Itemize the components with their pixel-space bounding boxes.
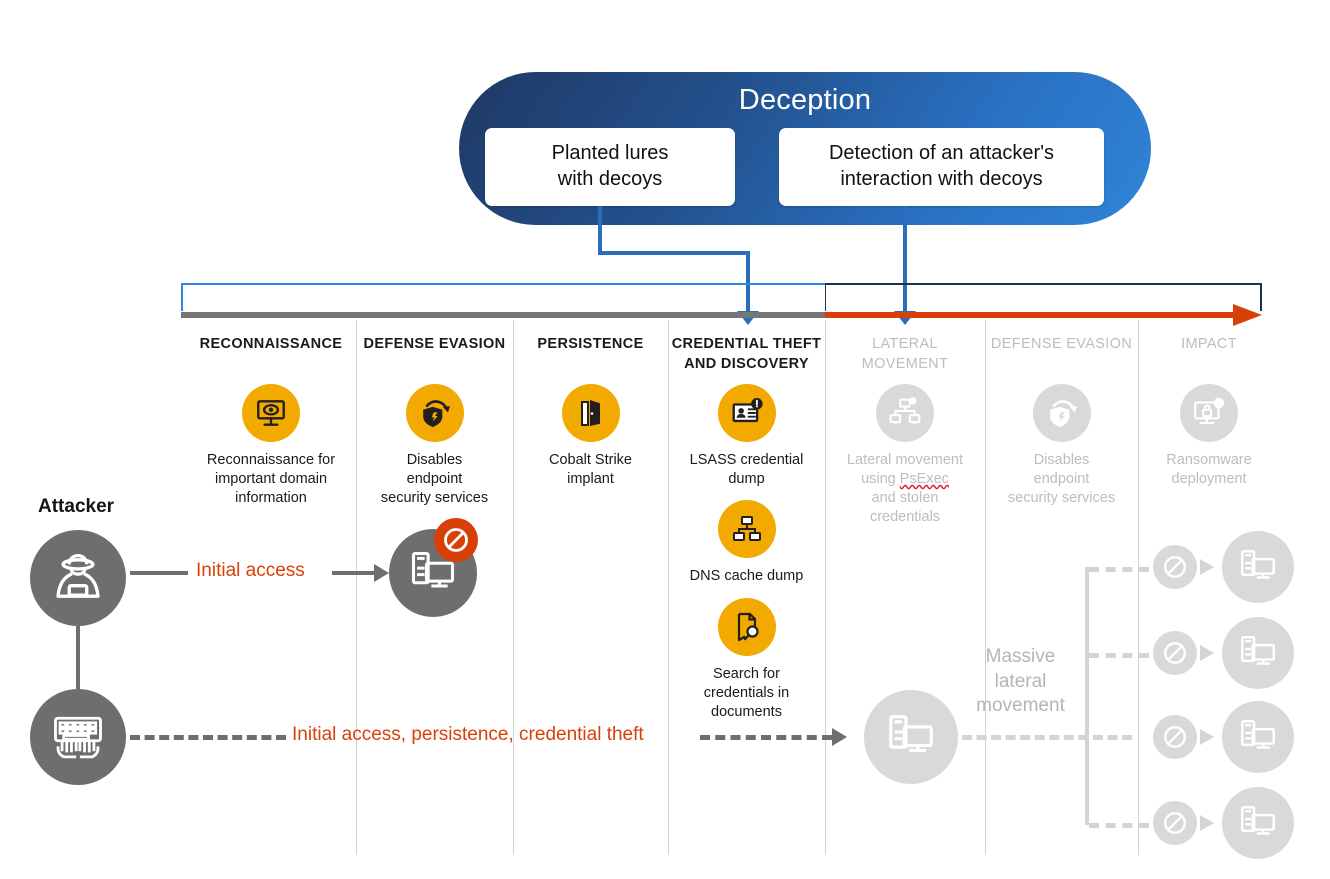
lateral-branch-dashline xyxy=(1089,823,1149,828)
column-header-defense-evasion-2: DEFENSE EVASION xyxy=(990,336,1133,352)
column-header-persistence: PERSISTENCE xyxy=(537,336,644,352)
branch-device-icon xyxy=(1222,617,1294,689)
branch-arrowhead xyxy=(1200,729,1214,745)
shield-bolt-rotate-icon xyxy=(1032,384,1091,442)
document-search-icon xyxy=(717,598,776,656)
lateral-bracket xyxy=(1085,567,1089,825)
stage-defense-evasion-1[interactable]: Disables endpoint security services xyxy=(357,384,512,508)
deception-connector-left-horizontal xyxy=(598,251,750,255)
monitor-lock-alert-icon xyxy=(1180,384,1238,442)
monitor-eye-icon xyxy=(242,384,300,442)
hooded-attacker-icon[interactable] xyxy=(30,530,126,626)
timeline-rail-gray xyxy=(181,312,825,318)
stage-defense-evasion-2[interactable]: Disables endpoint security services xyxy=(986,384,1137,508)
bottom-flow-dashline-left xyxy=(130,735,286,740)
timeline-rail-active-box xyxy=(181,283,828,311)
stage-lateral-movement[interactable]: Lateral movement using PsExec and stolen cr… xyxy=(826,384,984,528)
branch-arrowhead xyxy=(1200,645,1214,661)
stage-dns-cache-dump[interactable]: DNS cache dump xyxy=(669,500,824,586)
deception-connector-left-vertical-a xyxy=(598,206,602,255)
bottom-flow-dashline-right xyxy=(700,735,832,740)
branch-blocked-icon xyxy=(1153,631,1197,675)
branch-device-icon xyxy=(1222,701,1294,773)
column-header-impact: IMPACT xyxy=(1181,336,1237,352)
deception-card-detection[interactable]: Detection of an attacker's interaction wi… xyxy=(779,128,1104,206)
branch-blocked-icon xyxy=(1153,715,1197,759)
branch-device-icon xyxy=(1222,787,1294,859)
column-header-lateral-movement: LATERAL MOVEMENT xyxy=(861,336,949,372)
timeline-rail-arrowhead xyxy=(1233,304,1262,326)
branch-blocked-icon xyxy=(1153,545,1197,589)
stage-impact-caption: Ransomware deployment xyxy=(1166,452,1252,488)
deception-card-detection-label: Detection of an attacker's interaction wi… xyxy=(828,142,1055,190)
shield-bolt-rotate-icon xyxy=(405,384,464,442)
network-devices-alert-icon xyxy=(876,384,934,442)
deception-card-planted-lures-label: Planted lures with decoys xyxy=(551,142,669,190)
stage-defense-evasion-1-caption: Disables endpoint security services xyxy=(380,452,489,507)
bottom-flow-label: Initial access, persistence, credential … xyxy=(292,724,644,745)
stage-lateral-caption: Lateral movement using PsExec and stolen cr… xyxy=(846,452,964,526)
stage-persistence[interactable]: Cobalt Strike implant xyxy=(514,384,667,489)
timeline-rail-orange xyxy=(825,312,1237,318)
bottom-flow-arrowhead xyxy=(832,728,847,746)
initial-access-label: Initial access xyxy=(196,560,305,581)
network-nodes-icon xyxy=(717,500,776,558)
stage-dns-caption: DNS cache dump xyxy=(689,568,804,584)
branch-arrowhead xyxy=(1200,559,1214,575)
stage-reconnaissance[interactable]: Reconnaissance for important domain inform… xyxy=(191,384,351,508)
lateral-trunk-dashline xyxy=(962,735,1132,740)
initial-access-line-left xyxy=(130,571,188,575)
lateral-branch-dashline xyxy=(1089,653,1149,658)
stage-impact[interactable]: Ransomware deployment xyxy=(1139,384,1279,489)
initial-access-line-right xyxy=(332,571,376,575)
open-door-icon xyxy=(561,384,620,442)
timeline-rail-dark-box xyxy=(825,283,1262,311)
id-badge-alert-icon xyxy=(717,384,776,442)
stage-defense-evasion-2-caption: Disables endpoint security services xyxy=(1007,452,1116,507)
lateral-central-device-icon[interactable] xyxy=(864,690,958,784)
attacker-label: Attacker xyxy=(38,496,115,517)
deception-card-planted-lures[interactable]: Planted lures with decoys xyxy=(485,128,735,206)
branch-device-icon xyxy=(1222,531,1294,603)
deception-title: Deception xyxy=(738,84,872,116)
stage-docsearch-caption: Search for credentials in documents xyxy=(703,666,790,721)
hands-on-keyboard-icon[interactable] xyxy=(30,689,126,785)
column-header-defense-evasion-1: DEFENSE EVASION xyxy=(363,336,506,352)
blocked-icon xyxy=(434,518,478,562)
branch-blocked-icon xyxy=(1153,801,1197,845)
stage-lsass-credential-dump[interactable]: LSASS credential dump xyxy=(669,384,824,489)
column-header-reconnaissance: RECONNAISSANCE xyxy=(199,336,343,352)
initial-access-arrowhead xyxy=(374,564,389,582)
stage-reconnaissance-caption: Reconnaissance for important domain inform… xyxy=(206,452,336,507)
stage-search-credentials-documents[interactable]: Search for credentials in documents xyxy=(669,598,824,722)
stage-persistence-caption: Cobalt Strike implant xyxy=(548,452,632,488)
lateral-branch-dashline xyxy=(1089,567,1149,572)
massive-lateral-movement-label: Massive lateral movement xyxy=(976,646,1065,717)
stage-lsass-caption: LSASS credential dump xyxy=(689,452,804,488)
column-header-credential-theft: CREDENTIAL THEFT AND DISCOVERY xyxy=(671,336,822,372)
branch-arrowhead xyxy=(1200,815,1214,831)
